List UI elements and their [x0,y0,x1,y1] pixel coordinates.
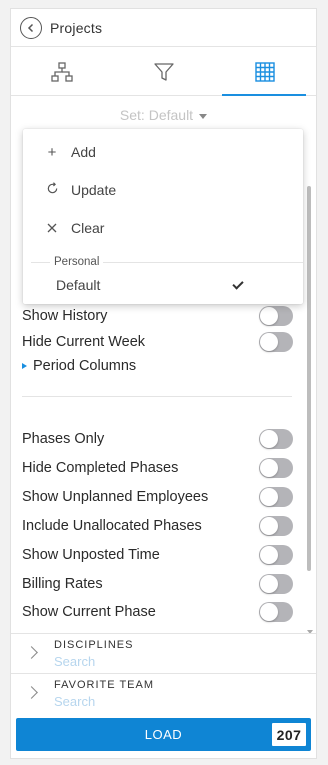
divider [22,396,292,397]
caret-down-icon [199,113,208,119]
set-selector[interactable]: Set: Default [11,97,316,133]
chevron-left-icon [27,23,34,32]
chevron-right-icon [25,646,38,659]
setting-row: Hide Completed Phases [22,456,293,480]
menu-item-label: Update [71,182,117,198]
setting-label: Hide Current Week [22,334,146,350]
load-button[interactable]: LOAD 207 [16,718,311,751]
filter-title: DISCIPLINES [54,639,134,651]
favorite-team-filter[interactable]: FAVORITE TEAM Search [11,673,316,713]
checkmark-icon [232,277,244,290]
include-unallocated-phases-toggle[interactable] [259,516,293,536]
menu-item-clear[interactable]: Clear [23,213,303,243]
grid-icon [255,61,275,82]
disciplines-filter[interactable]: DISCIPLINES Search [11,633,316,673]
setting-label: Show Unposted Time [22,547,160,563]
caret-right-icon [22,363,27,369]
phases-only-toggle[interactable] [259,429,293,449]
back-button[interactable] [20,16,42,39]
period-columns-label: Period Columns [33,358,137,374]
menu-item-default[interactable]: Default [23,271,303,299]
show-unposted-time-toggle[interactable] [259,545,293,565]
setting-row: Show Unplanned Employees [22,485,293,509]
sitemap-icon [51,61,73,82]
set-label: Set: Default [119,107,194,123]
tab-grid[interactable] [214,48,316,96]
scrollbar-thumb[interactable] [307,186,311,571]
hide-current-week-toggle[interactable] [259,332,293,352]
chevron-right-icon [25,686,38,699]
show-unplanned-employees-toggle[interactable] [259,487,293,507]
disciplines-search-input[interactable]: Search [54,654,95,669]
set-dropdown-menu: + Add Update Clear Personal Default [23,129,303,304]
panel-header: Projects [11,9,316,47]
setting-label: Include Unallocated Phases [22,518,202,534]
billing-rates-toggle[interactable] [259,574,293,594]
close-icon [45,220,59,237]
setting-label: Show Current Phase [22,604,156,620]
setting-row: Billing Rates [22,572,293,596]
setting-label: Show History [22,308,108,324]
filter-icon [153,62,174,81]
menu-item-label: Clear [71,220,105,236]
menu-item-update[interactable]: Update [23,175,303,205]
setting-label: Phases Only [22,431,105,447]
hide-completed-phases-toggle[interactable] [259,458,293,478]
setting-row: Show Unposted Time [22,543,293,567]
setting-row: Show Current Phase [22,600,293,624]
load-label: LOAD [144,727,183,742]
tab-filter[interactable] [113,48,215,95]
setting-row: Hide Current Week [22,330,293,354]
menu-item-label: Add [71,144,96,160]
setting-label: Billing Rates [22,576,103,592]
setting-label: Hide Completed Phases [22,460,179,476]
scrollbar[interactable] [305,174,313,634]
setting-row: Show History [22,304,293,328]
show-history-toggle[interactable] [259,306,293,326]
plus-icon: + [47,143,57,161]
menu-group-label: Personal [50,256,104,268]
setting-row: Include Unallocated Phases [22,514,293,538]
period-columns-expander[interactable]: Period Columns [22,358,136,374]
setting-row: Phases Only [22,427,293,451]
page-title: Projects [50,19,103,36]
menu-item-add[interactable]: + Add [23,137,303,167]
show-current-phase-toggle[interactable] [259,602,293,622]
favorite-team-search-input[interactable]: Search [54,694,95,709]
refresh-icon [45,181,59,199]
setting-label: Show Unplanned Employees [22,489,209,505]
result-count-badge: 207 [272,723,306,746]
tab-hierarchy[interactable] [11,48,113,95]
menu-item-label: Default [56,277,101,293]
filter-title: FAVORITE TEAM [54,679,154,691]
projects-panel: Projects Set: Default Show History Hide … [10,8,317,759]
view-tabs [11,48,316,96]
